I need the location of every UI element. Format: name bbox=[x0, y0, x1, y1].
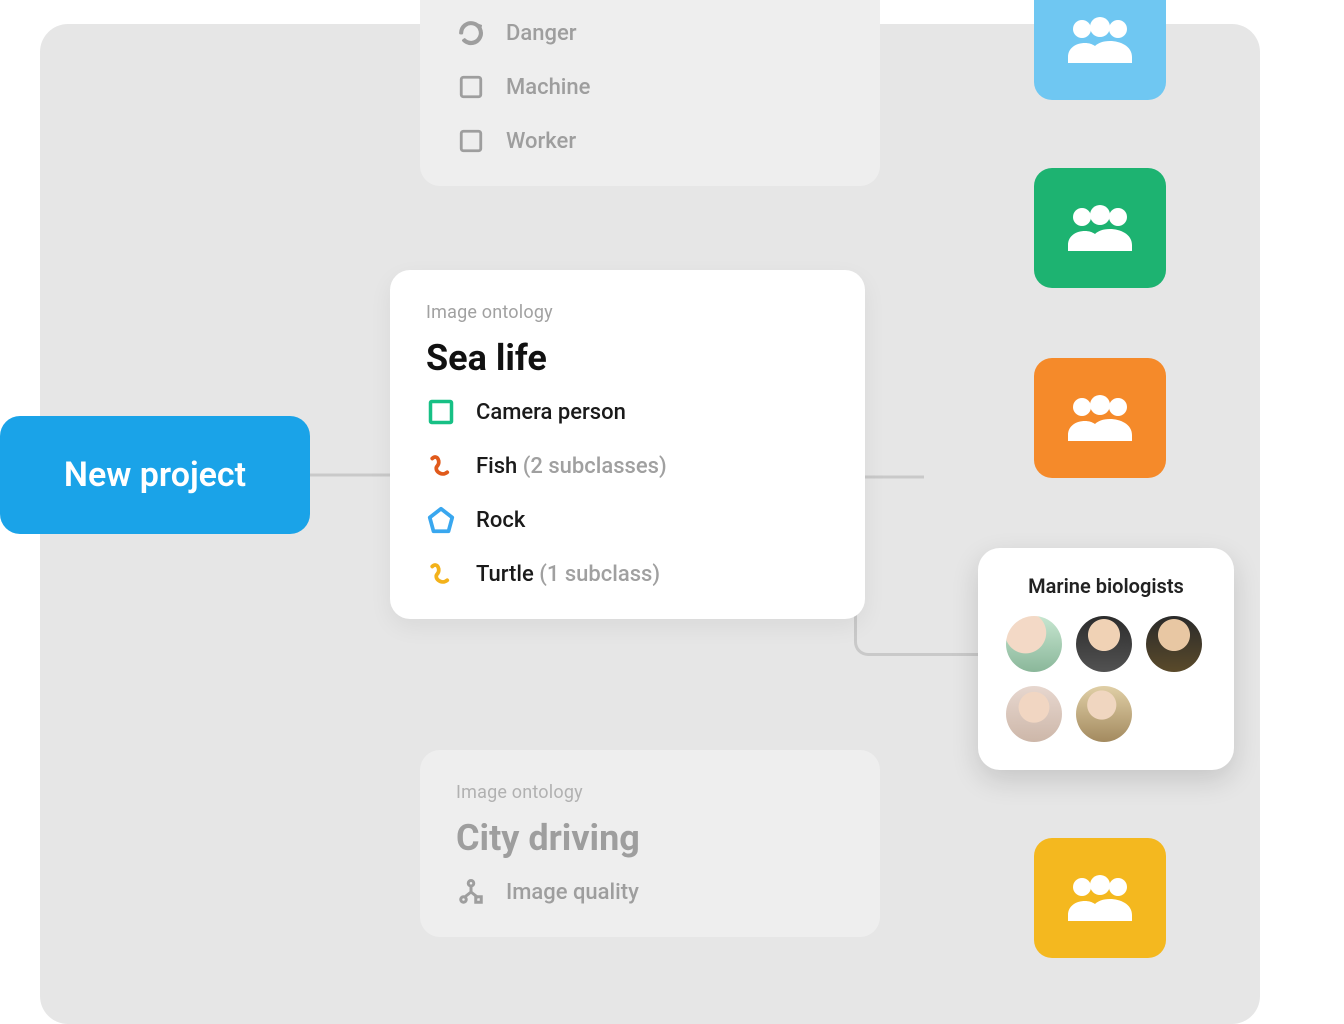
ontology-item-list: Danger Machine Worker bbox=[456, 18, 844, 156]
team-tile[interactable] bbox=[1034, 0, 1166, 100]
avatar[interactable] bbox=[1076, 686, 1132, 742]
ontology-item-label: Danger bbox=[506, 21, 577, 46]
avatar[interactable] bbox=[1076, 616, 1132, 672]
ontology-item[interactable]: Machine bbox=[456, 72, 844, 102]
team-tile[interactable] bbox=[1034, 358, 1166, 478]
avatar[interactable] bbox=[1006, 686, 1062, 742]
ontology-card-top: Danger Machine Worker bbox=[420, 0, 880, 186]
ontology-title: Sea life bbox=[426, 337, 829, 379]
ontology-item-sub: (1 subclass) bbox=[539, 562, 660, 587]
ontology-item[interactable]: Turtle (1 subclass) bbox=[426, 559, 829, 589]
squiggle-orange-icon bbox=[426, 451, 456, 481]
ontology-item-label: Image quality bbox=[506, 880, 639, 905]
ontology-card-bottom: Image ontology City driving Image qualit… bbox=[420, 750, 880, 937]
ontology-title: City driving bbox=[456, 817, 844, 859]
ontology-item[interactable]: Worker bbox=[456, 126, 844, 156]
ontology-item[interactable]: Image quality bbox=[456, 877, 844, 907]
square-icon bbox=[456, 72, 486, 102]
ontology-item[interactable]: Fish (2 subclasses) bbox=[426, 451, 829, 481]
ontology-item-list: Camera person Fish (2 subclasses) Rock T… bbox=[426, 397, 829, 589]
ontology-eyebrow: Image ontology bbox=[456, 782, 844, 803]
ontology-item[interactable]: Danger bbox=[456, 18, 844, 48]
squiggle-yellow-icon bbox=[426, 559, 456, 589]
team-tile[interactable] bbox=[1034, 168, 1166, 288]
team-tile[interactable] bbox=[1034, 838, 1166, 958]
ontology-eyebrow: Image ontology bbox=[426, 302, 829, 323]
group-icon bbox=[1062, 201, 1138, 255]
ontology-item-label: Turtle bbox=[476, 562, 534, 587]
group-icon bbox=[1062, 13, 1138, 67]
ontology-item-label: Machine bbox=[506, 75, 590, 100]
pentagon-blue-icon bbox=[426, 505, 456, 535]
ontology-item[interactable]: Rock bbox=[426, 505, 829, 535]
tree-icon bbox=[456, 877, 486, 907]
square-icon bbox=[456, 126, 486, 156]
group-icon bbox=[1062, 391, 1138, 445]
avatar[interactable] bbox=[1146, 616, 1202, 672]
ontology-item[interactable]: Camera person bbox=[426, 397, 829, 427]
ontology-item-sub: (2 subclasses) bbox=[523, 454, 667, 479]
ontology-item-label: Worker bbox=[506, 129, 576, 154]
ontology-item-label: Camera person bbox=[476, 400, 626, 425]
team-card[interactable]: Marine biologists bbox=[978, 548, 1234, 770]
avatar[interactable] bbox=[1006, 616, 1062, 672]
new-project-button[interactable]: New project bbox=[0, 416, 310, 534]
refresh-icon bbox=[456, 18, 486, 48]
ontology-item-label: Rock bbox=[476, 508, 525, 533]
team-card-label: Marine biologists bbox=[1006, 574, 1206, 598]
new-project-label: New project bbox=[64, 455, 246, 495]
ontology-item-list: Image quality bbox=[456, 877, 844, 907]
avatar-group bbox=[1006, 616, 1206, 742]
group-icon bbox=[1062, 871, 1138, 925]
ontology-item-label: Fish bbox=[476, 454, 517, 479]
ontology-card-focus[interactable]: Image ontology Sea life Camera person Fi… bbox=[390, 270, 865, 619]
square-green-icon bbox=[426, 397, 456, 427]
